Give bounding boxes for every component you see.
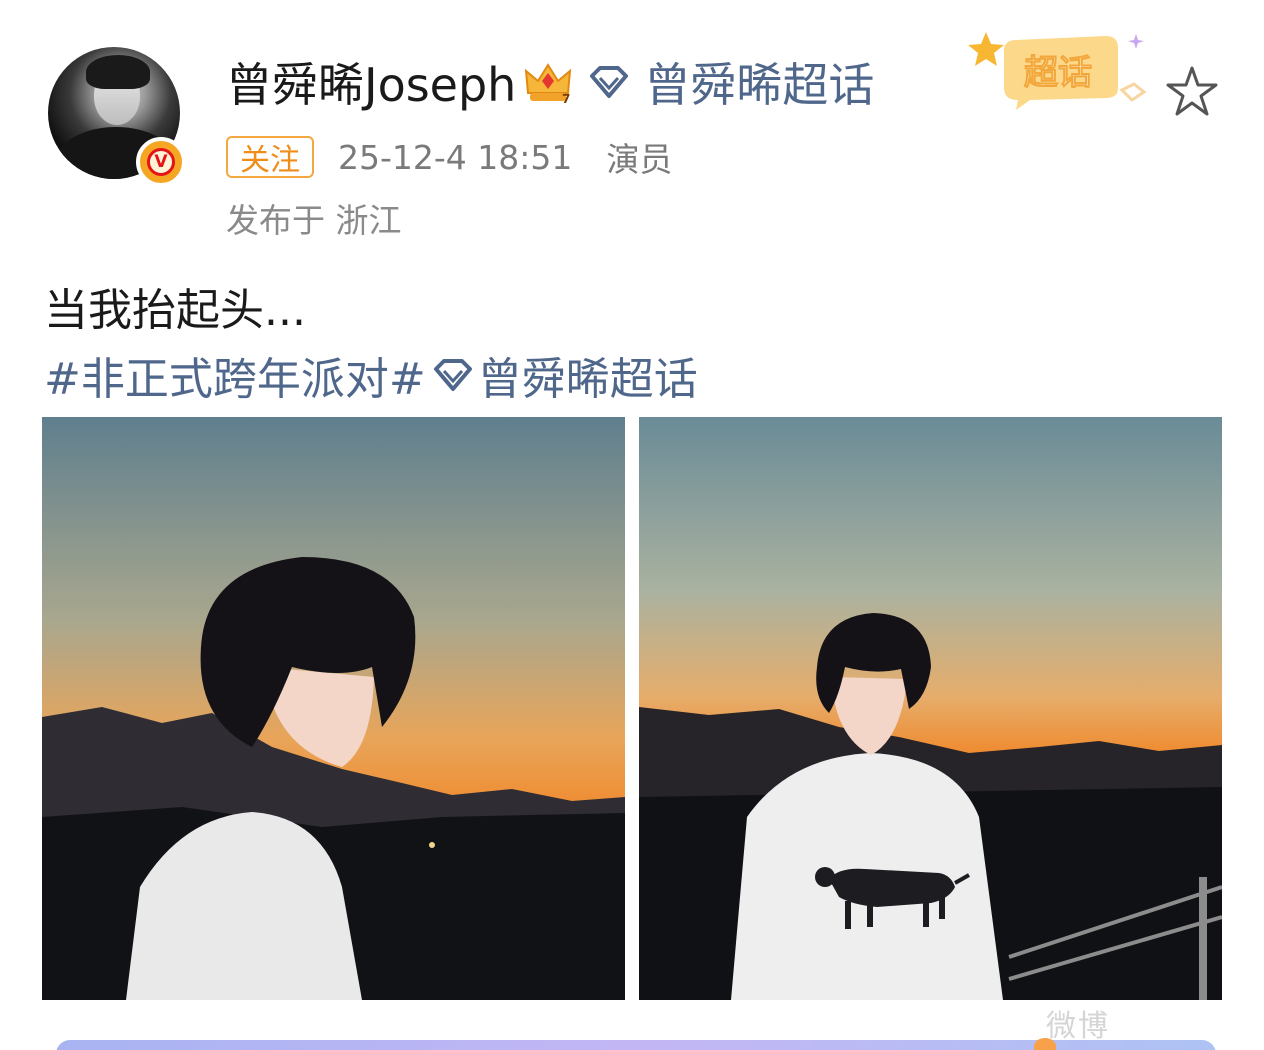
sunset-portrait-image [42, 417, 625, 1000]
svg-text:7: 7 [562, 92, 570, 106]
chaohua-badge-icon[interactable]: 超话 [966, 28, 1156, 114]
star-icon[interactable] [1164, 64, 1220, 120]
post-text: 当我抬起头... [44, 285, 306, 336]
avatar-hair-shape [86, 55, 150, 89]
post-image-2[interactable] [639, 417, 1222, 1000]
sunset-portrait-image [639, 417, 1222, 1000]
meta-row: 关注 25-12-4 18:51 演员 [226, 136, 673, 179]
crown-icon[interactable]: 7 [522, 57, 574, 107]
gem-icon [433, 359, 472, 391]
verified-v-icon: V [136, 137, 186, 187]
post-source: 演员 [606, 140, 673, 179]
watermark: 微博 [1046, 1009, 1110, 1044]
gem-icon [590, 66, 629, 98]
author-name[interactable]: 曾舜晞Joseph [226, 49, 516, 115]
post-timestamp: 25-12-4 18:51 [338, 137, 573, 177]
author-row: 曾舜晞Joseph 7 曾舜晞超话 [226, 50, 874, 114]
hashtag-link[interactable]: #非正式跨年派对# [44, 343, 426, 407]
supertopic-hashtag-link[interactable]: 曾舜晞超话 [478, 343, 698, 407]
svg-text:超话: 超话 [1024, 53, 1092, 93]
hashtag-row: #非正式跨年派对# 曾舜晞超话 [44, 343, 698, 407]
post-location: 发布于 浙江 [226, 201, 402, 240]
follow-button[interactable]: 关注 [226, 136, 314, 178]
post-image-1[interactable] [42, 417, 625, 1000]
supertopic-link[interactable]: 曾舜晞超话 [644, 49, 874, 115]
